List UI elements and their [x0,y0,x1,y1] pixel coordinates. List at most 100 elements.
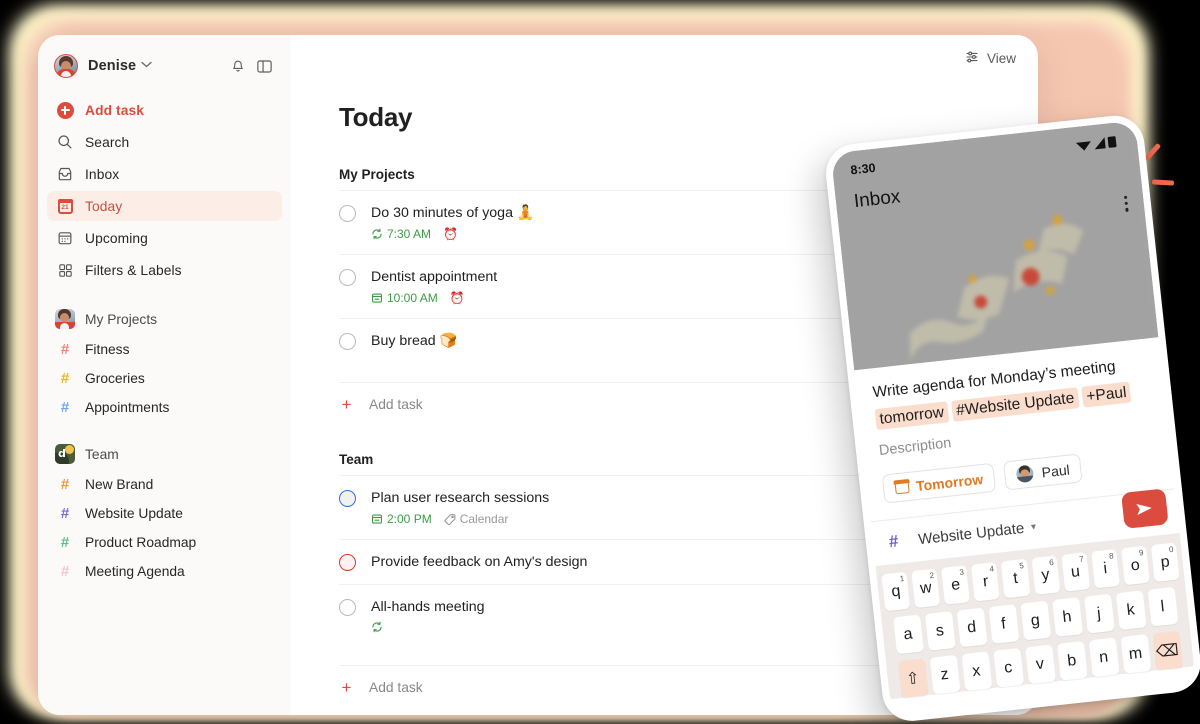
key-j[interactable]: j [1083,593,1115,634]
key-letter: y [1040,565,1051,584]
hash-icon: # [60,534,70,551]
key-v[interactable]: v [1024,644,1056,685]
task-checkbox[interactable] [339,490,356,507]
sidebar-item-label: Filters & Labels [85,262,182,278]
sidebar-item-upcoming[interactable]: Upcoming [47,223,282,253]
sidebar-project-website-update[interactable]: # Website Update [47,499,282,528]
sidebar-item-add-task[interactable]: Add task [47,95,282,125]
task-checkbox[interactable] [339,599,356,616]
today-date-badge: 21 [61,203,69,211]
task-checkbox[interactable] [339,333,356,350]
key-d[interactable]: d [956,607,988,648]
key-p[interactable]: 0p [1150,542,1180,582]
chevron-down-icon[interactable] [141,61,152,71]
key-y[interactable]: 6y [1031,555,1060,595]
project-label: Product Roadmap [85,535,197,550]
due-date-chip-label: Tomorrow [915,470,984,494]
key-u[interactable]: 7u [1060,552,1090,592]
main-header: View [291,35,1038,68]
key-letter: i [1102,559,1108,577]
phone-quick-add-sheet: Write agenda for Monday’s meeting tomorr… [854,337,1180,567]
sidebar-toggle-icon[interactable] [251,53,277,79]
project-label: Appointments [85,400,170,415]
key-e[interactable]: 3e [941,565,971,605]
project-label: Fitness [85,342,130,357]
sidebar-item-filters-labels[interactable]: Filters & Labels [47,255,282,285]
key-l[interactable]: l [1147,586,1178,627]
calendar-icon-meta: 2:00 PM [371,512,432,526]
sidebar-item-search[interactable]: Search [47,127,282,157]
key-t[interactable]: 5t [1001,558,1031,599]
task-title: Plan user research sessions [371,490,550,506]
key-number: 8 [1108,551,1115,561]
task-checkbox[interactable] [339,554,356,571]
sidebar-item-inbox[interactable]: Inbox [47,159,282,189]
task-checkbox[interactable] [339,205,356,222]
bell-icon[interactable] [225,53,251,79]
phone-screen: 8:30 Inbox Write agenda for Monday’s mee… [830,120,1196,717]
phone-mockup: 8:30 Inbox Write agenda for Monday’s mee… [822,112,1200,724]
task-title: Buy bread 🍞 [371,333,458,349]
project-label: New Brand [85,477,154,492]
key-r[interactable]: 4r [971,561,1001,602]
task-checkbox[interactable] [339,269,356,286]
tag-date[interactable]: tomorrow [874,401,949,431]
key-m[interactable]: m [1120,634,1151,674]
assignee-chip[interactable]: Paul [1003,453,1084,491]
key-n[interactable]: n [1088,637,1120,678]
sidebar-project-appointments[interactable]: # Appointments [47,393,282,422]
sidebar-item-label: Inbox [85,166,120,182]
key-h[interactable]: h [1051,597,1083,638]
key-letter: t [1012,569,1019,587]
inbox-icon [55,166,75,182]
key-f[interactable]: f [988,604,1019,644]
key-c[interactable]: c [992,647,1024,688]
sidebar-project-groceries[interactable]: # Groceries [47,364,282,393]
sidebar-project-fitness[interactable]: # Fitness [47,335,282,364]
key-number: 7 [1078,554,1085,564]
sidebar-project-new-brand[interactable]: # New Brand [47,470,282,499]
sidebar-group-team[interactable]: d Team [47,440,282,468]
key-o[interactable]: 9o [1120,545,1150,586]
backspace-key[interactable]: ⌫ [1151,630,1183,671]
tag-assignee[interactable]: +Paul [1081,381,1132,408]
key-q[interactable]: 1q [881,571,911,612]
key-letter: e [950,575,962,594]
key-letter: w [919,578,933,597]
sidebar-item-today[interactable]: 21 Today [47,191,282,221]
my-projects-avatar [55,309,75,329]
task-time: 7:30 AM [387,227,432,241]
key-i[interactable]: 8i [1090,548,1120,589]
view-button[interactable]: View [964,49,1016,68]
hash-icon: # [887,531,900,552]
sidebar-project-product-roadmap[interactable]: # Product Roadmap [47,528,282,557]
key-w[interactable]: 2w [911,568,941,608]
key-s[interactable]: s [924,611,956,651]
avatar[interactable] [54,54,78,78]
key-letter: u [1070,562,1081,581]
calendar-grid-icon [55,230,75,246]
screenshot-stage: Denise Add task Search Inbox 21 Today Up… [0,0,1200,724]
user-name[interactable]: Denise [88,58,136,74]
send-button[interactable] [1121,488,1169,529]
project-label: Website Update [85,506,183,521]
group-label: Team [85,446,119,462]
sidebar-project-meeting-agenda[interactable]: # Meeting Agenda [47,557,282,586]
key-a[interactable]: a [892,614,924,655]
key-number: 1 [899,574,905,584]
sidebar-group-my-projects[interactable]: My Projects [47,305,282,333]
calendar-icon [894,479,910,495]
key-k[interactable]: k [1115,590,1147,631]
plus-icon: + [341,678,352,697]
due-date-chip[interactable]: Tomorrow [881,462,997,504]
task-title: Provide feedback on Amy's design [371,554,588,570]
key-g[interactable]: g [1019,600,1051,641]
key-number: 9 [1138,548,1144,558]
hash-icon: # [60,563,70,580]
shift-key[interactable]: ⇧ [897,658,929,699]
add-task-label: Add task [369,397,423,412]
key-x[interactable]: x [961,651,992,692]
key-letter: q [890,582,902,600]
hash-icon: # [60,370,70,387]
sidebar: Denise Add task Search Inbox 21 Today Up… [38,35,291,715]
